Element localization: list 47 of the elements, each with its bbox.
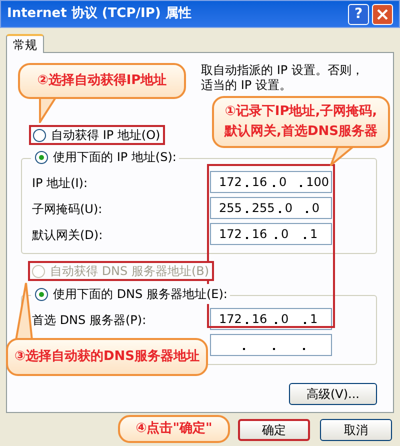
octet-value: 172 — [218, 311, 243, 328]
octet-value: 16 — [250, 174, 268, 191]
ip-address-field[interactable]: 172 16 0 100 — [210, 171, 332, 193]
octet-value: 1 — [308, 226, 319, 243]
octet-value: 16 — [250, 311, 268, 328]
octet-value: 0 — [278, 174, 288, 191]
octet-value: 255 — [218, 200, 243, 217]
octet-value: 0 — [280, 226, 290, 243]
close-button[interactable] — [372, 4, 393, 24]
cancel-button[interactable]: 取消 — [320, 419, 392, 441]
radio-button[interactable] — [35, 150, 48, 164]
octet-value: 0 — [310, 200, 321, 217]
advanced-button[interactable]: 高级(V)... — [289, 383, 377, 405]
close-icon — [377, 8, 388, 20]
field-label: 首选 DNS 服务器(P): — [32, 313, 146, 327]
ip-address-field[interactable]: 172 16 0 1 — [210, 308, 332, 330]
radio-label: 使用下面的 DNS 服务器地址(E): — [53, 286, 228, 303]
radio-label: 使用下面的 IP 地址(S): — [53, 149, 176, 166]
radio-button[interactable] — [33, 128, 46, 142]
callout: ③选择自动获的DNS服务器地址 — [6, 338, 208, 376]
callout: ②选择自动获得IP地址 — [18, 63, 186, 99]
octet-value: 16 — [250, 226, 268, 243]
radio-label: 自动获得 IP 地址(O) — [51, 127, 160, 144]
radio-label: 自动获得 DNS 服务器地址(B) — [50, 263, 210, 280]
radio-button[interactable] — [35, 288, 48, 300]
callout: ①记录下IP地址,子网掩码,默认网关,首选DNS服务器 — [212, 96, 390, 148]
tab[interactable]: 常规 — [6, 34, 44, 53]
ok-button[interactable]: 确定 — [238, 419, 310, 441]
ip-address-field[interactable] — [210, 334, 332, 356]
octet-value: 1 — [308, 311, 319, 328]
octet-value: 0 — [280, 311, 290, 328]
octet-value: 100 — [305, 174, 330, 191]
intro-text: 适当的 IP 设置。 — [201, 78, 292, 93]
octet-value: 172 — [218, 174, 243, 191]
help-button[interactable]: ? — [348, 4, 369, 24]
octet-value: 172 — [218, 226, 243, 243]
callout-pointer — [14, 282, 34, 340]
ip-address-field[interactable]: 172 16 0 1 — [210, 223, 332, 245]
window-title: Internet 协议 (TCP/IP) 属性 — [7, 4, 192, 24]
octet-value: 0 — [284, 200, 294, 217]
intro-text: 取自动指派的 IP 设置。否则， — [201, 63, 364, 78]
field-label: 子网掩码(U): — [32, 202, 102, 216]
field-label: IP 地址(I): — [32, 176, 88, 190]
field-label: 默认网关(D): — [32, 228, 103, 242]
octet-value: 255 — [250, 200, 276, 217]
ip-address-field[interactable]: 255 255 0 0 — [210, 197, 332, 219]
callout: ④点击"确定" — [118, 415, 230, 443]
